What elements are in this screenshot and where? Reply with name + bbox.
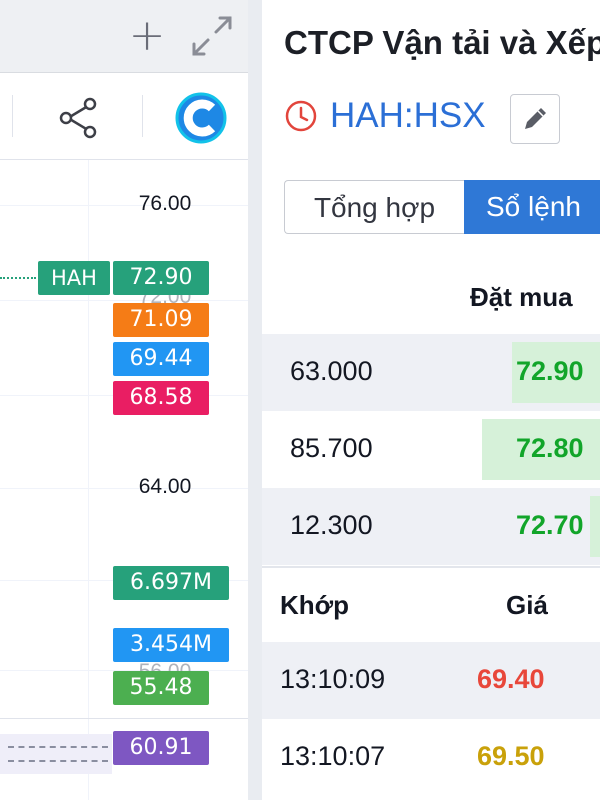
company-name: CTCP Vận tải và Xếp dỡ Hải An	[284, 24, 600, 61]
bid-price: 72.80	[516, 433, 584, 463]
bid-volume-bar	[590, 496, 600, 557]
tab-bar: Tổng hợp Sổ lệnh	[284, 180, 600, 234]
trade-price: 69.50	[477, 741, 545, 771]
indicator-band	[0, 734, 112, 774]
plus-icon[interactable]: +	[127, 14, 167, 58]
trade-time: 13:10:07	[280, 741, 386, 771]
stock-panel: CTCP Vận tải và Xếp dỡ Hải An HAH:HSX Tổ…	[262, 0, 600, 800]
clock-icon	[285, 100, 317, 132]
pane-divider[interactable]	[0, 718, 248, 719]
order-book-row: 85.700 72.80	[262, 411, 600, 488]
grid-line	[0, 488, 248, 489]
bid-quantity: 85.700	[290, 433, 373, 463]
indicator-price-tag: 69.44	[113, 342, 209, 376]
tab-summary[interactable]: Tổng hợp	[284, 180, 464, 234]
volume-tag: 3.454M	[113, 628, 229, 662]
bid-price: 72.90	[516, 356, 584, 386]
indicator-value-tag: 55.48	[113, 671, 209, 705]
price-axis-label: 76.00	[138, 192, 192, 215]
symbol-tag: HAH	[38, 261, 110, 295]
last-price-tag: 72.90	[113, 261, 209, 295]
bid-column-header: Đặt mua	[470, 282, 573, 312]
grid-line	[88, 160, 89, 800]
chart-panel: + 76.00 72.00 64.00 HAH 72.90 71.09 69.4…	[0, 0, 248, 800]
edit-button[interactable]	[510, 94, 560, 144]
trade-time-header: Khớp	[280, 590, 350, 620]
pencil-icon	[525, 108, 546, 129]
trade-time: 13:10:09	[280, 664, 386, 694]
order-book-row: 12.300 72.70	[262, 488, 600, 565]
bid-quantity: 63.000	[290, 356, 373, 386]
indicator-price-tag: 68.58	[113, 381, 209, 415]
trade-price-header: Giá	[506, 590, 548, 620]
trade-row: 13:10:07 69.50	[262, 719, 600, 796]
expand-icon[interactable]	[190, 14, 234, 58]
last-price-line	[0, 277, 36, 279]
bid-quantity: 12.300	[290, 510, 373, 540]
share-icon[interactable]	[54, 94, 102, 142]
chart-header: +	[0, 0, 248, 73]
price-axis-label: 64.00	[138, 475, 192, 498]
toolbar-separator	[12, 95, 13, 137]
grid-line	[0, 300, 248, 301]
volume-tag: 6.697M	[113, 566, 229, 600]
ticker-link[interactable]: HAH:HSX	[330, 96, 486, 136]
order-book-row: 63.000 72.90	[262, 334, 600, 411]
grid-line	[0, 205, 248, 206]
section-divider	[262, 566, 600, 568]
trade-row: 13:10:09 69.40	[262, 642, 600, 719]
toolbar-separator	[142, 95, 143, 137]
tab-order-book[interactable]: Sổ lệnh	[464, 180, 600, 234]
indicator-value-tag: 60.91	[113, 731, 209, 765]
bid-price: 72.70	[516, 510, 584, 540]
brand-logo-icon[interactable]	[175, 92, 227, 144]
trade-price: 69.40	[477, 664, 545, 694]
indicator-price-tag: 71.09	[113, 303, 209, 337]
